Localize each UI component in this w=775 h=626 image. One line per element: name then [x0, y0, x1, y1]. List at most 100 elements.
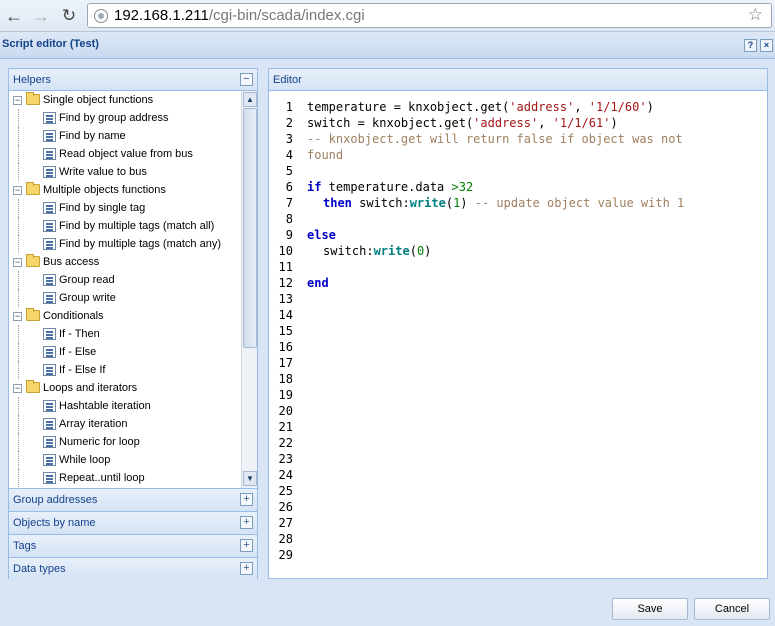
tree-folder[interactable]: − Loops and iterators [9, 379, 241, 397]
tree-leaf[interactable]: Find by group address [9, 109, 241, 127]
collapse-icon[interactable]: − [240, 73, 253, 86]
line-number: 23 [278, 452, 293, 466]
save-button[interactable]: Save [612, 598, 688, 620]
tree-leaf[interactable]: Group read [9, 271, 241, 289]
tree-folder-label: Conditionals [43, 310, 104, 322]
code-editor[interactable]: 1 2 3 4 5 6 7 8 9 10 11 12 13 14 15 16 17 18 19 20 21 22 23 24 2… [269, 91, 767, 578]
tree-folder[interactable]: − Single object functions [9, 91, 241, 109]
code-text: ) [646, 100, 654, 114]
script-snippet-icon [43, 130, 56, 142]
tree-leaf[interactable]: If - Else [9, 343, 241, 361]
tree-leaf[interactable]: Read object value from bus [9, 145, 241, 163]
line-number: 19 [278, 388, 293, 402]
tree-connector [18, 145, 19, 163]
scroll-down-icon[interactable]: ▼ [243, 471, 257, 486]
help-button[interactable]: ? [744, 39, 757, 52]
tree-leaf[interactable]: Array iteration [9, 415, 241, 433]
accordion-header[interactable]: Objects by name + [9, 511, 257, 534]
tree-leaf[interactable]: Write value to bus [9, 163, 241, 181]
script-snippet-icon [43, 346, 56, 358]
collapse-node-icon[interactable]: − [13, 96, 22, 105]
line-number: 7 [285, 196, 293, 210]
back-arrow-icon[interactable]: ← [3, 5, 25, 27]
code-text: temperature.data [321, 180, 452, 194]
tree-scrollbar[interactable]: ▲ ▼ [241, 91, 257, 488]
line-number: 17 [278, 356, 293, 370]
helpers-header[interactable]: Helpers − [9, 69, 257, 91]
line-number: 9 [285, 228, 293, 242]
code-string: 'address' [473, 116, 539, 130]
code-line-11[interactable]: end [307, 276, 329, 290]
line-number: 18 [278, 372, 293, 386]
code-line-2[interactable]: switch = knxobject.get('address', '1/1/6… [307, 116, 618, 130]
line-number: 27 [278, 516, 293, 530]
code-text: switch = knxobject.get( [307, 116, 474, 130]
code-line-9[interactable]: switch:write(0) [323, 244, 431, 258]
accordion-header[interactable]: Group addresses + [9, 488, 257, 511]
cancel-button[interactable]: Cancel [694, 598, 770, 620]
line-number: 11 [278, 260, 293, 274]
code-line-3-wrap[interactable]: found [307, 148, 343, 162]
accordion-title: Tags [13, 540, 37, 552]
collapse-node-icon[interactable]: − [13, 312, 22, 321]
code-keyword: then [323, 196, 352, 210]
reload-icon[interactable]: ↻ [58, 5, 80, 27]
expand-icon[interactable]: + [240, 516, 253, 529]
script-snippet-icon [43, 274, 56, 286]
address-bar[interactable]: 192.168.1.211/cgi-bin/scada/index.cgi ☆ [87, 3, 772, 28]
line-number: 16 [278, 340, 293, 354]
folder-icon [26, 308, 40, 321]
script-snippet-icon [43, 238, 56, 250]
code-line-8[interactable]: else [307, 228, 336, 242]
url-text[interactable]: 192.168.1.211/cgi-bin/scada/index.cgi [114, 7, 365, 24]
window-title: Script editor (Test) [2, 38, 99, 50]
tree-leaf[interactable]: Numeric for loop [9, 433, 241, 451]
code-line-3[interactable]: -- knxobject.get will return false if ob… [307, 132, 683, 146]
collapse-node-icon[interactable]: − [13, 186, 22, 195]
tree-leaf[interactable]: Find by multiple tags (match any) [9, 235, 241, 253]
tree-leaf[interactable]: Find by single tag [9, 199, 241, 217]
tree-leaf[interactable]: Group write [9, 289, 241, 307]
accordion-header[interactable]: Data types + [9, 557, 257, 580]
script-snippet-icon [43, 328, 56, 340]
code-line-5[interactable]: if temperature.data >32 [307, 180, 473, 194]
expand-icon[interactable]: + [240, 562, 253, 575]
tree-folder[interactable]: − Bus access [9, 253, 241, 271]
tree-leaf[interactable]: Hashtable iteration [9, 397, 241, 415]
code-text: , [538, 116, 553, 130]
collapse-node-icon[interactable]: − [13, 384, 22, 393]
script-snippet-icon [43, 454, 56, 466]
tree-leaf[interactable]: Repeat..until loop [9, 469, 241, 487]
close-button[interactable]: × [760, 39, 773, 52]
helpers-tree: − Single object functions Find by group ad… [9, 91, 241, 487]
code-function: write [373, 244, 410, 258]
tree-leaf[interactable]: If - Else If [9, 361, 241, 379]
tree-leaf-label: Array iteration [59, 418, 128, 430]
expand-icon[interactable]: + [240, 539, 253, 552]
editor-header: Editor [269, 69, 767, 91]
collapse-node-icon[interactable]: − [13, 258, 22, 267]
code-line-6[interactable]: then switch:write(1) -- update object va… [323, 196, 684, 210]
tree-leaf-label: If - Then [59, 328, 100, 340]
line-number: 5 [285, 164, 293, 178]
line-number: 26 [278, 500, 293, 514]
code-keyword: if [307, 180, 322, 194]
tree-leaf[interactable]: Find by multiple tags (match all) [9, 217, 241, 235]
expand-icon[interactable]: + [240, 493, 253, 506]
bookmark-star-icon[interactable]: ☆ [748, 5, 763, 25]
tree-leaf-label: Repeat..until loop [59, 472, 145, 484]
tree-leaf[interactable]: Find by name [9, 127, 241, 145]
code-string: 'address' [509, 100, 575, 114]
scroll-thumb[interactable] [243, 108, 257, 348]
code-text: temperature = knxobject.get( [307, 100, 510, 114]
forward-arrow-icon[interactable]: → [30, 5, 52, 27]
tree-folder[interactable]: − Conditionals [9, 307, 241, 325]
scroll-up-icon[interactable]: ▲ [243, 92, 257, 107]
code-line-1[interactable]: temperature = knxobject.get('address', '… [307, 100, 654, 114]
accordion-header[interactable]: Tags + [9, 534, 257, 557]
accordion-title: Data types [13, 563, 66, 575]
tree-connector [18, 433, 19, 451]
tree-folder[interactable]: − Multiple objects functions [9, 181, 241, 199]
tree-leaf[interactable]: While loop [9, 451, 241, 469]
tree-leaf[interactable]: If - Then [9, 325, 241, 343]
